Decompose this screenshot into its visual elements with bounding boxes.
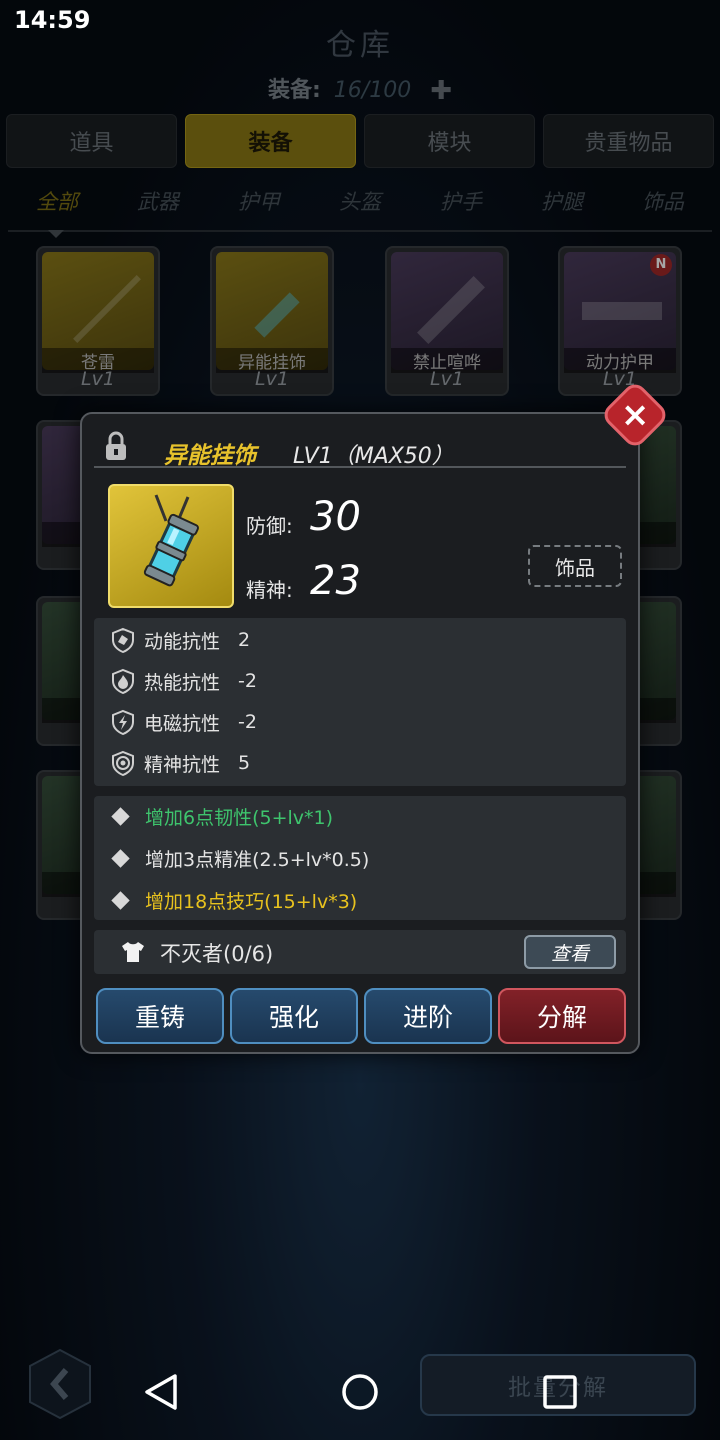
expand-capacity-icon[interactable]: ✚: [430, 76, 452, 106]
item-image: [108, 484, 234, 608]
tab-valuables[interactable]: 贵重物品: [543, 114, 714, 168]
tab-items[interactable]: 道具: [6, 114, 177, 168]
defense-value: 30: [310, 494, 361, 540]
resistance-name: 动能抗性: [144, 630, 221, 653]
bonus-text: 增加18点技巧(15+lv*3): [145, 890, 358, 913]
spirit-label: 精神:: [246, 578, 293, 602]
resistance-value: 5: [238, 752, 251, 774]
lock-icon[interactable]: [104, 430, 128, 462]
set-name: 不灭者(0/6): [160, 942, 274, 966]
resistance-row: 热能抗性 -2: [110, 664, 257, 698]
page-title: 仓库: [326, 28, 394, 63]
dismantle-button[interactable]: 分解: [498, 988, 626, 1044]
new-badge: N: [650, 254, 672, 276]
nav-back-icon[interactable]: [142, 1372, 180, 1412]
resistance-value: 2: [238, 629, 251, 651]
category-tabs: 道具 装备 模块 贵重物品: [6, 114, 714, 168]
subtab-accessories[interactable]: 饰品: [642, 186, 684, 216]
advance-button[interactable]: 进阶: [364, 988, 492, 1044]
resistance-value: -2: [238, 670, 257, 692]
resistance-name: 电磁抗性: [144, 712, 221, 735]
reforge-button[interactable]: 重铸: [96, 988, 224, 1044]
bonus-text: 增加6点韧性(5+lv*1): [145, 806, 334, 829]
tab-modules[interactable]: 模块: [364, 114, 535, 168]
close-icon: ×: [620, 395, 650, 435]
resistance-row: 精神抗性 5: [110, 746, 250, 780]
back-button[interactable]: [28, 1348, 92, 1420]
item-level: Lv1: [255, 368, 289, 390]
diamond-bullet-icon: [111, 848, 130, 868]
header-divider: [94, 466, 626, 468]
nav-recents-icon[interactable]: [542, 1374, 578, 1410]
subtab-weapons[interactable]: 武器: [137, 186, 179, 216]
pendant-icon: [143, 494, 199, 587]
bonus-row: 增加3点精准(2.5+lv*0.5): [110, 841, 369, 875]
shirt-icon: [122, 942, 144, 962]
capacity-value: 16/100: [333, 78, 412, 103]
bonus-row: 增加6点韧性(5+lv*1): [110, 799, 333, 833]
resistance-value: -2: [238, 711, 257, 733]
subtab-armor[interactable]: 护甲: [238, 186, 280, 216]
inventory-item[interactable]: 动力护甲 Lv1 N: [558, 246, 682, 396]
status-time: 14:59: [14, 6, 91, 34]
inventory-item[interactable]: 苍雷 Lv1: [36, 246, 160, 396]
capacity-label: 装备:: [267, 78, 321, 103]
defense-label: 防御:: [246, 514, 293, 538]
subtab-divider: [8, 230, 712, 232]
resistance-name: 精神抗性: [144, 753, 221, 776]
item-level: Lv1: [603, 368, 637, 390]
tab-equipment[interactable]: 装备: [185, 114, 356, 168]
diamond-bullet-icon: [111, 890, 130, 910]
spirit-value: 23: [310, 558, 361, 604]
subtab-helmet[interactable]: 头盔: [339, 186, 381, 216]
thermal-resistance-icon: [110, 668, 136, 694]
item-level: Lv1: [81, 368, 115, 390]
capacity-indicator: 装备: 16/100 ✚: [0, 72, 720, 106]
bonus-text: 增加3点精准(2.5+lv*0.5): [145, 848, 370, 871]
item-level: Lv1: [430, 368, 464, 390]
diamond-bullet-icon: [111, 806, 130, 826]
inventory-item[interactable]: 禁止喧哗 Lv1: [385, 246, 509, 396]
mental-resistance-icon: [110, 750, 136, 776]
kinetic-resistance-icon: [110, 627, 136, 653]
subtab-legs[interactable]: 护腿: [541, 186, 583, 216]
equipment-filter-tabs: 全部 武器 护甲 头盔 护手 护腿 饰品: [8, 186, 712, 216]
item-type-badge: 饰品: [528, 545, 622, 587]
inventory-item[interactable]: 异能挂饰 Lv1: [210, 246, 334, 396]
bonus-row: 增加18点技巧(15+lv*3): [110, 883, 357, 917]
enhance-button[interactable]: 强化: [230, 988, 358, 1044]
nav-home-icon[interactable]: [340, 1372, 380, 1412]
subtab-all[interactable]: 全部: [36, 186, 78, 216]
resistance-row: 电磁抗性 -2: [110, 705, 257, 739]
subtab-gloves[interactable]: 护手: [440, 186, 482, 216]
view-set-button[interactable]: 查看: [524, 935, 616, 969]
resistance-name: 热能抗性: [144, 671, 221, 694]
item-title: 异能挂饰: [164, 443, 256, 469]
subtab-pointer-icon: [48, 230, 64, 238]
resistance-row: 动能抗性 2: [110, 623, 250, 657]
electromagnetic-resistance-icon: [110, 709, 136, 735]
